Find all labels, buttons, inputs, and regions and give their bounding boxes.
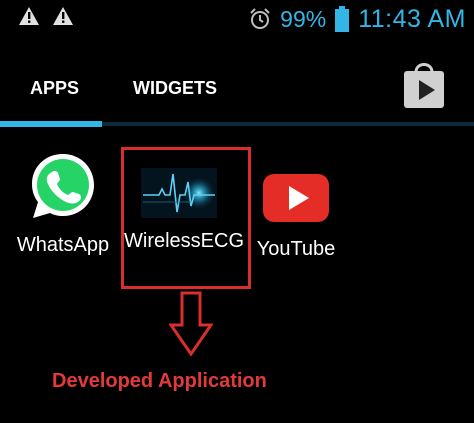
app-label: YouTube [256, 238, 336, 260]
app-whatsapp[interactable]: WhatsApp [14, 150, 112, 257]
tab-indicator [0, 121, 102, 127]
warning-icon [19, 7, 39, 25]
youtube-icon [263, 174, 329, 222]
app-label: WhatsApp [16, 234, 110, 256]
play-store-icon[interactable] [402, 60, 446, 110]
highlight-box [121, 147, 251, 289]
app-youtube[interactable]: YouTube [254, 150, 338, 261]
annotation-label: Developed Application [52, 370, 267, 392]
battery-percent: 99% [280, 5, 327, 32]
battery-icon [335, 6, 350, 32]
whatsapp-icon [32, 154, 94, 218]
clock: 11:43 AM [358, 4, 466, 33]
warning-icon [53, 7, 73, 25]
tab-apps[interactable]: APPS [30, 78, 79, 99]
tab-widgets[interactable]: WIDGETS [133, 78, 217, 99]
alarm-icon [250, 8, 270, 29]
status-bar: 99% 11:43 AM [0, 0, 474, 38]
down-arrow-icon [169, 291, 213, 357]
tab-bar: APPS WIDGETS [0, 38, 474, 134]
